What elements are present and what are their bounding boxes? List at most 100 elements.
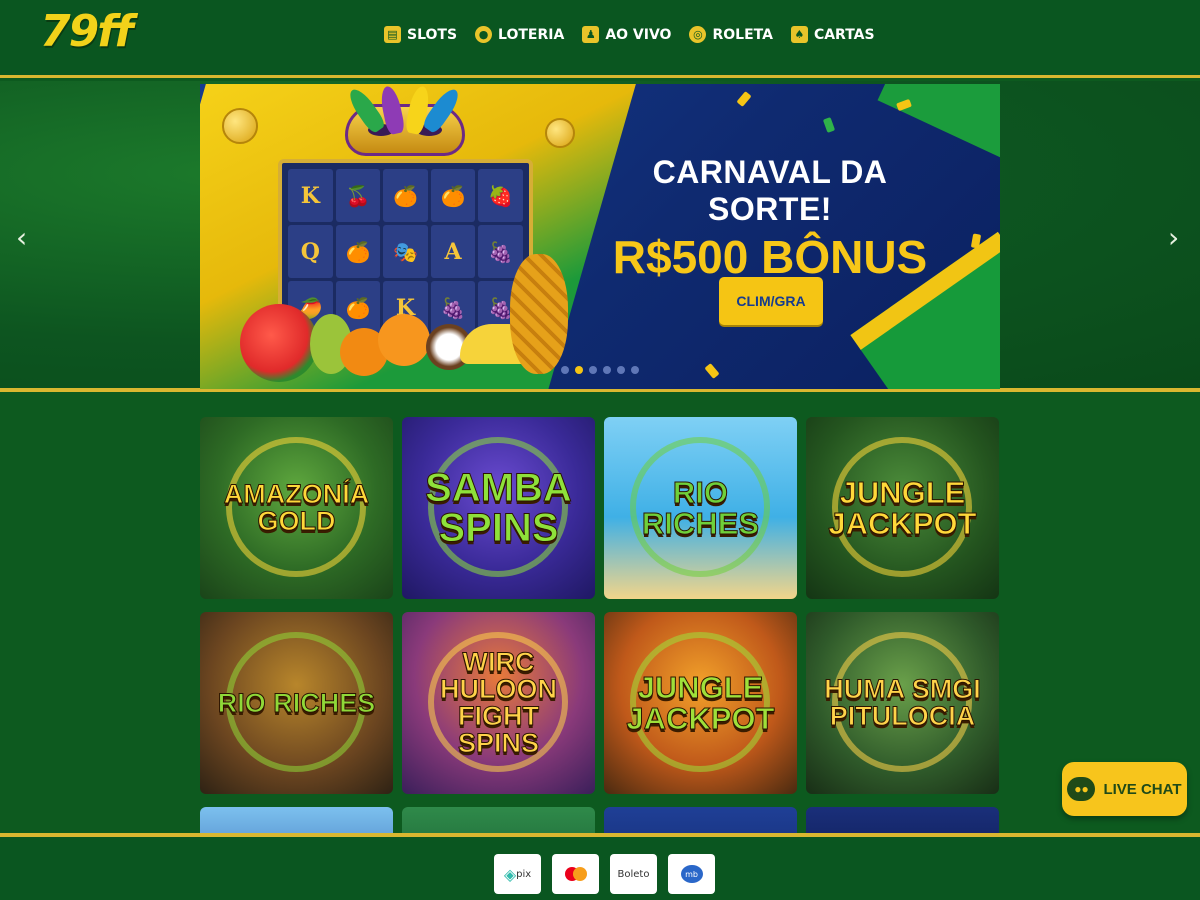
- game-tile[interactable]: JUNGLE JACKPOT: [604, 612, 797, 794]
- reel-symbol: A: [430, 225, 476, 278]
- confetti: [736, 91, 752, 107]
- game-tile[interactable]: RIO RICHES: [604, 417, 797, 599]
- game-title-line: WIRC: [462, 647, 535, 677]
- banner-bonus: R$500 BÔNUS: [612, 231, 928, 283]
- game-title-line: RICHES: [641, 506, 760, 541]
- carnival-mask-icon: [335, 84, 475, 166]
- boleto-logo: Boleto: [610, 854, 657, 894]
- lottery-ball-icon: ●: [475, 26, 493, 43]
- carousel-prev-button[interactable]: ‹: [16, 221, 27, 254]
- confetti: [822, 117, 836, 133]
- games-section: AMAZONÍA GOLD SAMBA SPINS RIO RICHES JUNGLE JAC…: [200, 417, 1000, 833]
- game-tile[interactable]: [604, 807, 797, 833]
- game-title: SAMBA SPINS: [425, 466, 573, 550]
- game-title-line: AMAZONÍA: [223, 479, 370, 509]
- carousel-dot[interactable]: [561, 366, 569, 374]
- coin-icon: [222, 108, 258, 144]
- nav-item-slots[interactable]: ▤ SLOTS: [384, 26, 457, 43]
- live-chat-button[interactable]: ●● LIVE CHAT: [1062, 762, 1187, 816]
- nav-item-label: CARTAS: [813, 26, 875, 43]
- nav-item-label: AO VIVO: [605, 26, 672, 43]
- game-tile[interactable]: [200, 807, 393, 833]
- reel-symbol: 🍒: [335, 169, 381, 222]
- game-title: WIRC HULOON FIGHT SPINS: [402, 647, 595, 758]
- mb-logo: mb: [668, 854, 715, 894]
- reel-symbol: 🍊: [430, 169, 476, 222]
- nav-item-ao-vivo[interactable]: ♟ AO VIVO: [582, 26, 671, 43]
- banner-text: CARNAVAL DA SORTE! R$500 BÔNUS: [590, 154, 950, 284]
- game-title: HUMA SMGI PITULOCIA: [824, 674, 981, 731]
- carousel-dot[interactable]: [617, 366, 625, 374]
- mastercard-logo: mastercard: [552, 854, 599, 894]
- pineapple-icon: [510, 254, 568, 374]
- games-grid: AMAZONÍA GOLD SAMBA SPINS RIO RICHES JUNGLE JAC…: [200, 417, 1000, 794]
- game-title-line: RIO: [672, 475, 729, 510]
- nav-item-cartas[interactable]: ♠ CARTAS: [790, 26, 875, 43]
- live-chat-label: LIVE CHAT: [1103, 780, 1182, 798]
- game-title-line: JACKPOT: [626, 701, 775, 736]
- slot-machine-icon: ▤: [384, 26, 401, 43]
- hero-carousel: ‹ › K 🍒 🍊 🍊 🍓 Q 🍊 🎭 A 🍇 🥭 🍊 K 🍇 🍇 CARNAV…: [0, 81, 1200, 392]
- nav-item-roleta[interactable]: ◎ ROLETA: [689, 26, 773, 43]
- game-title-line: HUMA SMGI: [824, 674, 981, 704]
- banner-cta-button[interactable]: CLIM/GRA: [719, 277, 823, 325]
- pix-logo: ◈ pix: [494, 854, 541, 894]
- carousel-dot[interactable]: [589, 366, 597, 374]
- game-title-line: HULOON FIGHT: [440, 674, 558, 731]
- chat-bubble-icon: ●●: [1067, 777, 1096, 801]
- nav-item-loteria[interactable]: ● LOTERIA: [475, 26, 564, 43]
- cards-icon: ♠: [790, 26, 808, 43]
- reel-symbol: 🍓: [478, 169, 523, 222]
- game-title-line: PITULOCIA: [829, 701, 976, 731]
- game-title-line: JACKPOT: [828, 506, 977, 541]
- site-header: 79ff ▤ SLOTS ● LOTERIA ♟ AO VIVO ◎ ROLET…: [0, 0, 1200, 78]
- carousel-dots: [561, 366, 639, 374]
- reel-symbol: 🍊: [383, 169, 428, 222]
- game-title: RIO RICHES: [641, 475, 760, 541]
- game-tile[interactable]: HUMA SMGI PITULOCIA: [806, 612, 999, 794]
- nav-item-label: SLOTS: [407, 26, 458, 43]
- game-title-line: SPINS: [438, 506, 559, 550]
- reel-symbol: 🎭: [383, 225, 428, 278]
- watermelon-icon: [240, 304, 318, 382]
- games-row-partial: [200, 807, 1000, 833]
- game-tile[interactable]: [402, 807, 595, 833]
- game-title-line: JUNGLE: [839, 475, 966, 510]
- site-logo[interactable]: 79ff: [40, 6, 134, 57]
- roulette-icon: ◎: [689, 26, 707, 43]
- game-tile[interactable]: SAMBA SPINS: [402, 417, 595, 599]
- orange-icon: [378, 314, 430, 366]
- game-title-line: GOLD: [257, 506, 336, 536]
- fruit-pile: [240, 254, 580, 389]
- game-title-line: JUNGLE: [637, 670, 764, 705]
- game-tile[interactable]: RIO RICHES: [200, 612, 393, 794]
- game-title-line: RIO RICHES: [217, 687, 376, 718]
- game-title-line: SPINS: [457, 728, 540, 758]
- nav-item-label: ROLETA: [712, 26, 773, 43]
- game-tile[interactable]: WIRC HULOON FIGHT SPINS: [402, 612, 595, 794]
- live-dealer-icon: ♟: [582, 26, 600, 43]
- game-title-line: SAMBA: [425, 466, 573, 510]
- nav-item-label: LOTERIA: [498, 26, 565, 43]
- reel-symbol: 🍊: [335, 225, 381, 278]
- game-title: JUNGLE JACKPOT: [626, 670, 775, 736]
- game-title: JUNGLE JACKPOT: [828, 475, 977, 541]
- reel-symbol: Q: [288, 225, 333, 278]
- confetti: [704, 363, 720, 379]
- game-tile[interactable]: JUNGLE JACKPOT: [806, 417, 999, 599]
- mb-icon: mb: [680, 865, 703, 883]
- main-nav: ▤ SLOTS ● LOTERIA ♟ AO VIVO ◎ ROLETA ♠ C…: [384, 26, 875, 43]
- game-title: RIO RICHES: [217, 687, 376, 718]
- site-footer: ◈pix mastercard Boleto mb: [0, 833, 1200, 900]
- game-tile[interactable]: AMAZONÍA GOLD: [200, 417, 393, 599]
- payment-methods: ◈pix mastercard Boleto mb: [494, 854, 715, 894]
- carousel-dot[interactable]: [631, 366, 639, 374]
- coin-icon: [545, 118, 575, 148]
- carousel-dot[interactable]: [575, 366, 583, 374]
- promo-banner[interactable]: K 🍒 🍊 🍊 🍓 Q 🍊 🎭 A 🍇 🥭 🍊 K 🍇 🍇 CARNAVAL DA SORTE! R$500: [200, 84, 1000, 389]
- pix-icon: ◈: [503, 864, 517, 884]
- carousel-dot[interactable]: [603, 366, 611, 374]
- carousel-next-button[interactable]: ›: [1168, 221, 1179, 254]
- banner-title: CARNAVAL DA SORTE!: [652, 154, 888, 227]
- game-tile[interactable]: [806, 807, 999, 833]
